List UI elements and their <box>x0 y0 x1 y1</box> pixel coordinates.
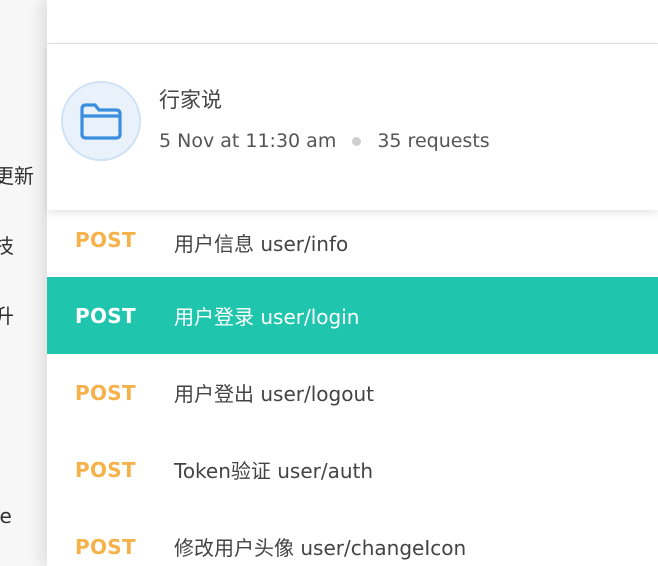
request-method: POST <box>75 457 136 482</box>
request-method: POST <box>75 534 136 559</box>
request-row[interactable]: POST 修改用户头像 user/changeIcon <box>47 508 658 566</box>
panel-top-bar <box>47 0 658 44</box>
request-method: POST <box>75 380 136 405</box>
sidebar-item[interactable]: 升 <box>0 300 14 329</box>
request-list: POST 用户信息 user/info POST 用户登录 user/login… <box>47 202 658 566</box>
request-row-active[interactable]: POST 用户登录 user/login <box>47 277 658 354</box>
request-method: POST <box>75 303 136 328</box>
separator-dot <box>352 136 362 146</box>
request-row[interactable]: POST Token验证 user/auth <box>47 431 658 508</box>
folder-icon <box>80 103 122 140</box>
request-method: POST <box>75 228 136 252</box>
request-name: 用户信息 user/info <box>174 232 349 256</box>
sidebar-item[interactable]: 更新 <box>0 160 34 189</box>
folder-badge <box>61 81 141 161</box>
request-name: 用户登出 user/logout <box>174 382 374 406</box>
app-screen: 更新 技 升 le 行家说 5 Nov at 11:30 am 35 reque… <box>0 0 658 566</box>
request-row[interactable]: POST 用户登出 user/logout <box>47 354 658 431</box>
collection-panel: 行家说 5 Nov at 11:30 am 35 requests POST 用… <box>47 0 658 566</box>
collection-request-count: 35 requests <box>377 130 490 152</box>
collection-date: 5 Nov at 11:30 am <box>159 130 337 152</box>
request-name: Token验证 user/auth <box>174 459 374 483</box>
request-row[interactable]: POST 用户信息 user/info <box>47 202 658 277</box>
request-name: 用户登录 user/login <box>174 305 360 329</box>
sidebar-item[interactable]: 技 <box>0 230 14 259</box>
collection-header[interactable]: 行家说 5 Nov at 11:30 am 35 requests <box>47 44 658 210</box>
request-name: 修改用户头像 user/changeIcon <box>174 536 467 560</box>
collection-meta: 5 Nov at 11:30 am 35 requests <box>159 130 490 152</box>
sidebar-item[interactable]: le <box>0 504 12 528</box>
collection-title: 行家说 <box>159 88 222 112</box>
